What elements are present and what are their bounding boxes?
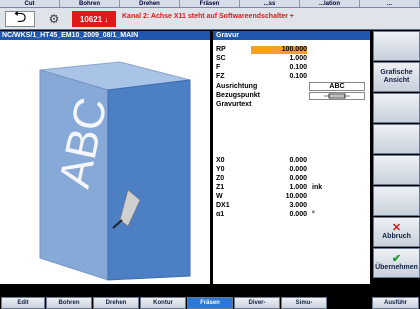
bsk-edit[interactable]: Edit: [1, 297, 45, 309]
top-softkey-strip: Cut Bohren Drehen Fräsen ...ss ...lation…: [0, 0, 420, 8]
alpha1-unit: °: [312, 211, 315, 218]
field-x0[interactable]: 0.000: [251, 157, 307, 165]
vsk-1[interactable]: [373, 31, 420, 61]
bezugspunkt-label: Bezugspunkt: [216, 92, 260, 99]
field-z1[interactable]: 1.000: [251, 184, 307, 192]
back-arrow-icon: ⮌: [13, 8, 27, 26]
engraving-block-graphic: ABC: [39, 61, 191, 281]
field-label-x0: X0: [216, 157, 225, 164]
field-fz[interactable]: 0.100: [251, 73, 307, 81]
back-button[interactable]: ⮌: [5, 9, 35, 27]
bsk-drehen[interactable]: Drehen: [93, 297, 139, 309]
field-label-fz: FZ: [216, 73, 225, 80]
alarm-indicator[interactable]: 10621 ↓: [72, 11, 116, 27]
grafische-ansicht-line2: Ansicht: [383, 77, 410, 84]
field-label-y0: Y0: [216, 166, 225, 173]
bsk-diverses[interactable]: Diver-: [234, 297, 280, 309]
top-softkey-7[interactable]: ...: [360, 0, 420, 7]
grafische-ansicht-line1: Grafische: [380, 69, 413, 76]
gravurtext-label: Gravurtext: [216, 101, 252, 108]
bsk-ausfuehren[interactable]: Ausführ: [372, 297, 419, 309]
machine-area-icon[interactable]: ⚙: [40, 11, 68, 27]
field-label-f: F: [216, 64, 221, 71]
z1-mode-toggle[interactable]: ink: [312, 184, 322, 191]
vsk-5[interactable]: [373, 155, 420, 185]
field-rp[interactable]: 100.000: [251, 46, 307, 54]
ausrichtung-select[interactable]: ABC: [309, 82, 365, 91]
vsk-3[interactable]: [373, 93, 420, 123]
vsk-6[interactable]: [373, 186, 420, 216]
field-label-z1: Z1: [216, 184, 225, 191]
field-label-sc: SC: [216, 55, 226, 62]
top-softkey-drehen[interactable]: Drehen: [120, 0, 180, 7]
horizontal-softkeys: Edit Bohren Drehen Kontur Fräsen Diver- …: [0, 285, 420, 309]
field-label-alpha1: α1: [216, 211, 225, 218]
bsk-bohren[interactable]: Bohren: [46, 297, 92, 309]
status-bar: ⮌ ⚙ 10621 ↓ Kanal 2: Achse X11 steht auf…: [0, 8, 420, 30]
form-title: Gravur: [213, 31, 370, 40]
bsk-kontur[interactable]: Kontur: [140, 297, 186, 309]
top-softkey-bohren[interactable]: Bohren: [60, 0, 120, 7]
bsk-simulation[interactable]: Simu-: [281, 297, 327, 309]
cancel-x-icon: ✕: [391, 222, 402, 234]
field-dx1[interactable]: 3.000: [251, 202, 307, 210]
alarm-arrow-icon: ↓: [104, 14, 109, 24]
top-softkey-5[interactable]: ...ss: [240, 0, 300, 7]
grafische-ansicht-button[interactable]: Grafische Ansicht: [373, 62, 420, 92]
uebernehmen-label: Übernehmen: [375, 264, 418, 271]
abbruch-button[interactable]: ✕ Abbruch: [373, 217, 420, 247]
parameter-form: RP 100.000 SC 1.000 F 0.100 FZ 0.100 Aus…: [213, 40, 370, 284]
field-f[interactable]: 0.100: [251, 64, 307, 72]
abbruch-label: Abbruch: [382, 233, 411, 240]
gravurtext-field[interactable]: [216, 110, 366, 150]
vertical-softkeys: Grafische Ansicht ✕ Abbruch ✔ Übernehmen: [372, 31, 420, 284]
uebernehmen-button[interactable]: ✔ Übernehmen: [373, 248, 420, 278]
field-label-rp: RP: [216, 46, 226, 53]
top-softkey-fraesen[interactable]: Fräsen: [180, 0, 240, 7]
cycle-preview: ABC: [0, 40, 210, 284]
reference-point-icon: [324, 93, 350, 99]
field-alpha1[interactable]: 0.000: [251, 211, 307, 219]
field-w[interactable]: 10.000: [251, 193, 307, 201]
field-z0[interactable]: 0.000: [251, 175, 307, 183]
ausrichtung-label: Ausrichtung: [216, 83, 258, 90]
bsk-fraesen[interactable]: Fräsen: [187, 297, 233, 309]
field-sc[interactable]: 1.000: [251, 55, 307, 63]
alarm-number: 10621: [79, 14, 103, 24]
top-softkey-6[interactable]: ...lation: [300, 0, 360, 7]
field-label-dx1: DX1: [216, 202, 230, 209]
bezugspunkt-select[interactable]: [309, 92, 365, 100]
alarm-message: Kanal 2: Achse X11 steht auf Softwareend…: [122, 13, 294, 20]
top-softkey-cut[interactable]: Cut: [0, 0, 60, 7]
accept-check-icon: ✔: [391, 253, 402, 265]
vsk-4[interactable]: [373, 124, 420, 154]
program-path: NC/WKS/1_HT45_EM10_2009_08/1_MAIN: [0, 31, 210, 40]
field-label-w: W: [216, 193, 223, 200]
field-y0[interactable]: 0.000: [251, 166, 307, 174]
field-label-z0: Z0: [216, 175, 225, 182]
